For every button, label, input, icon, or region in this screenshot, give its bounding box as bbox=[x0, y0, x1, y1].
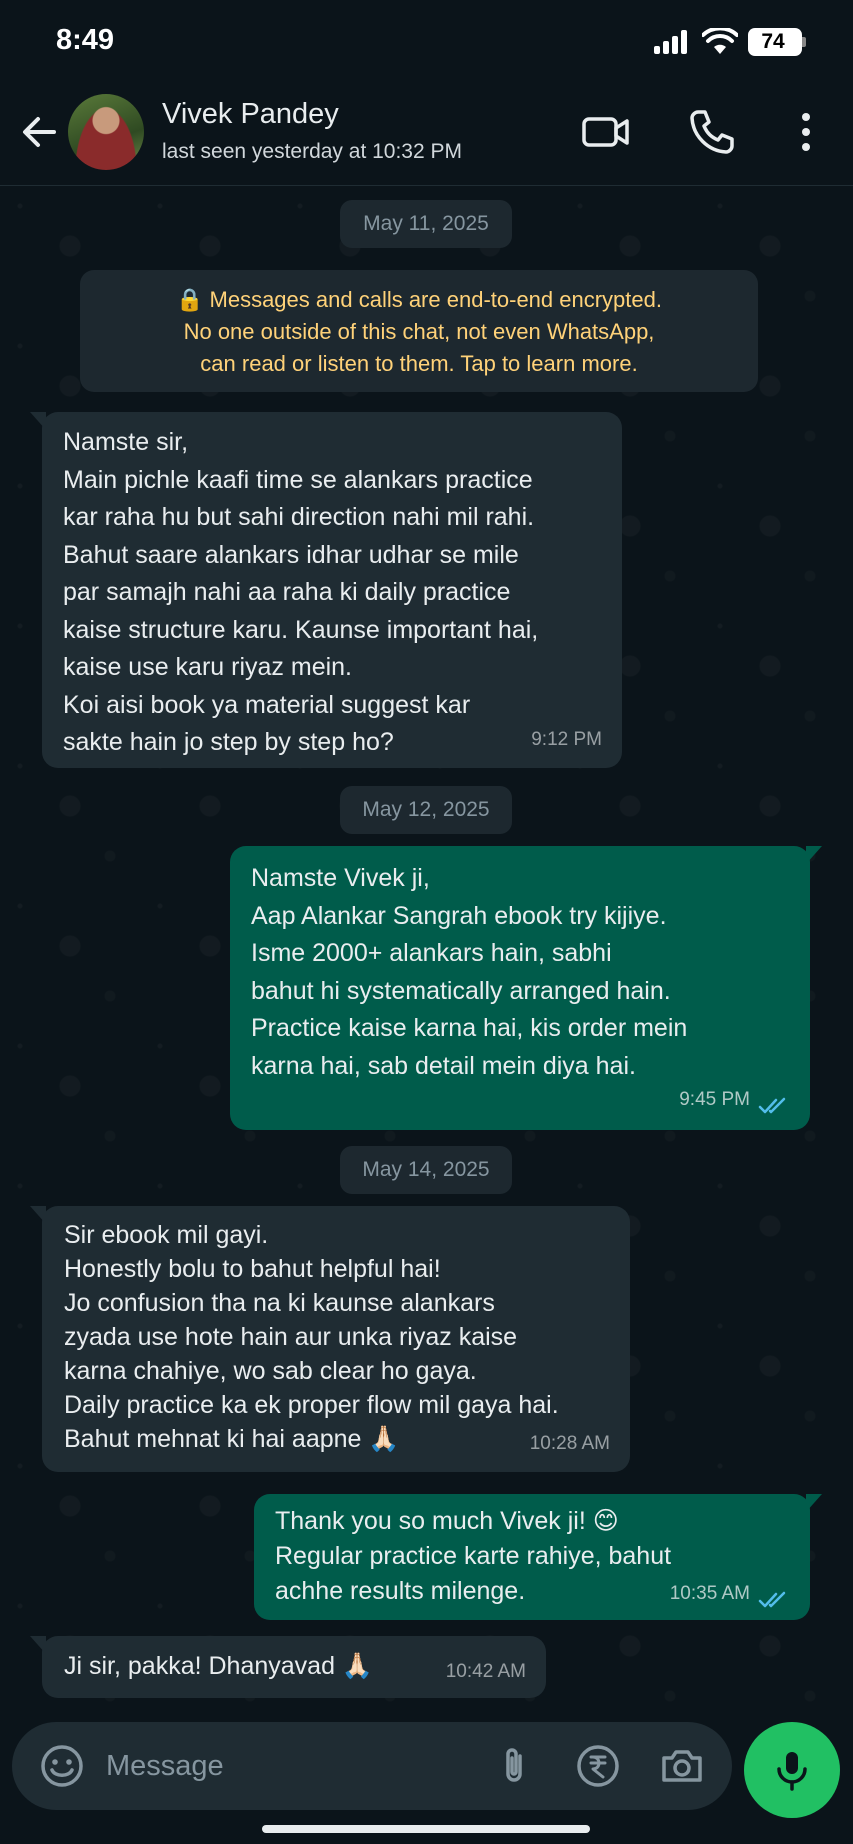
message-outgoing[interactable]: Namste Vivek ji, Aap Alankar Sangrah ebo… bbox=[230, 846, 822, 1130]
more-options-icon[interactable] bbox=[780, 106, 832, 158]
message-text: Namste Vivek ji, Aap Alankar Sangrah ebo… bbox=[251, 864, 688, 1080]
message-incoming[interactable]: Namste sir, Main pichle kaafi time se al… bbox=[30, 412, 622, 768]
message-text: Sir ebook mil gayi. Honestly bolu to bah… bbox=[64, 1221, 559, 1453]
message-time: 9:45 PM bbox=[679, 1088, 750, 1110]
message-text: Ji sir, pakka! Dhanyavad 🙏🏻 bbox=[64, 1652, 374, 1680]
back-arrow-icon[interactable] bbox=[16, 108, 64, 156]
read-receipt-icon bbox=[758, 1097, 786, 1114]
message-outgoing[interactable]: Thank you so much Vivek ji! 😊 Regular pr… bbox=[254, 1494, 822, 1620]
video-call-icon[interactable] bbox=[580, 106, 632, 158]
bubble-tail bbox=[30, 412, 46, 430]
encryption-notice[interactable]: 🔒 Messages and calls are end-to-end encr… bbox=[80, 270, 758, 392]
bubble-tail bbox=[806, 1494, 822, 1512]
encryption-line: No one outside of this chat, not even Wh… bbox=[183, 319, 655, 344]
battery-icon: 74 bbox=[748, 28, 802, 56]
home-indicator[interactable] bbox=[262, 1825, 590, 1833]
date-chip: May 12, 2025 bbox=[340, 786, 512, 834]
encryption-line: 🔒 Messages and calls are end-to-end encr… bbox=[176, 287, 662, 312]
message-incoming[interactable]: Sir ebook mil gayi. Honestly bolu to bah… bbox=[30, 1206, 630, 1472]
message-text: Thank you so much Vivek ji! 😊 Regular pr… bbox=[275, 1507, 672, 1605]
date-chip: May 11, 2025 bbox=[340, 200, 512, 248]
voice-message-button[interactable] bbox=[744, 1722, 840, 1818]
chat-header: Vivek Pandey last seen yesterday at 10:3… bbox=[0, 80, 853, 186]
battery-level: 74 bbox=[761, 30, 785, 53]
message-input[interactable] bbox=[106, 1744, 486, 1788]
contact-name[interactable]: Vivek Pandey bbox=[162, 98, 339, 131]
message-composer bbox=[12, 1722, 732, 1810]
read-receipt-icon bbox=[758, 1591, 786, 1608]
wifi-icon bbox=[702, 28, 738, 54]
message-time: 10:28 AM bbox=[529, 1432, 610, 1454]
status-time: 8:49 bbox=[56, 24, 115, 56]
camera-icon[interactable] bbox=[658, 1742, 706, 1790]
date-chip: May 14, 2025 bbox=[340, 1146, 512, 1194]
encryption-line: can read or listen to them. Tap to learn… bbox=[200, 351, 638, 376]
status-bar: 8:49 74 bbox=[0, 0, 853, 80]
contact-status[interactable]: last seen yesterday at 10:32 PM bbox=[162, 140, 462, 164]
signal-icon bbox=[654, 30, 690, 54]
rupee-payment-icon[interactable] bbox=[574, 1742, 622, 1790]
message-time: 10:35 AM bbox=[669, 1582, 750, 1604]
voice-call-icon[interactable] bbox=[686, 106, 738, 158]
message-time: 10:42 AM bbox=[445, 1660, 526, 1682]
message-incoming[interactable]: Ji sir, pakka! Dhanyavad 🙏🏻 10:42 AM bbox=[30, 1636, 546, 1698]
message-text: Namste sir, Main pichle kaafi time se al… bbox=[63, 428, 539, 756]
attach-icon[interactable] bbox=[490, 1742, 538, 1790]
message-time: 9:12 PM bbox=[531, 728, 602, 750]
emoji-icon[interactable] bbox=[38, 1742, 86, 1790]
mic-icon bbox=[777, 1752, 807, 1791]
bubble-tail bbox=[30, 1206, 46, 1224]
battery-nub bbox=[802, 37, 806, 47]
bubble-tail bbox=[30, 1636, 46, 1654]
avatar[interactable] bbox=[68, 94, 144, 170]
bubble-tail bbox=[806, 846, 822, 864]
